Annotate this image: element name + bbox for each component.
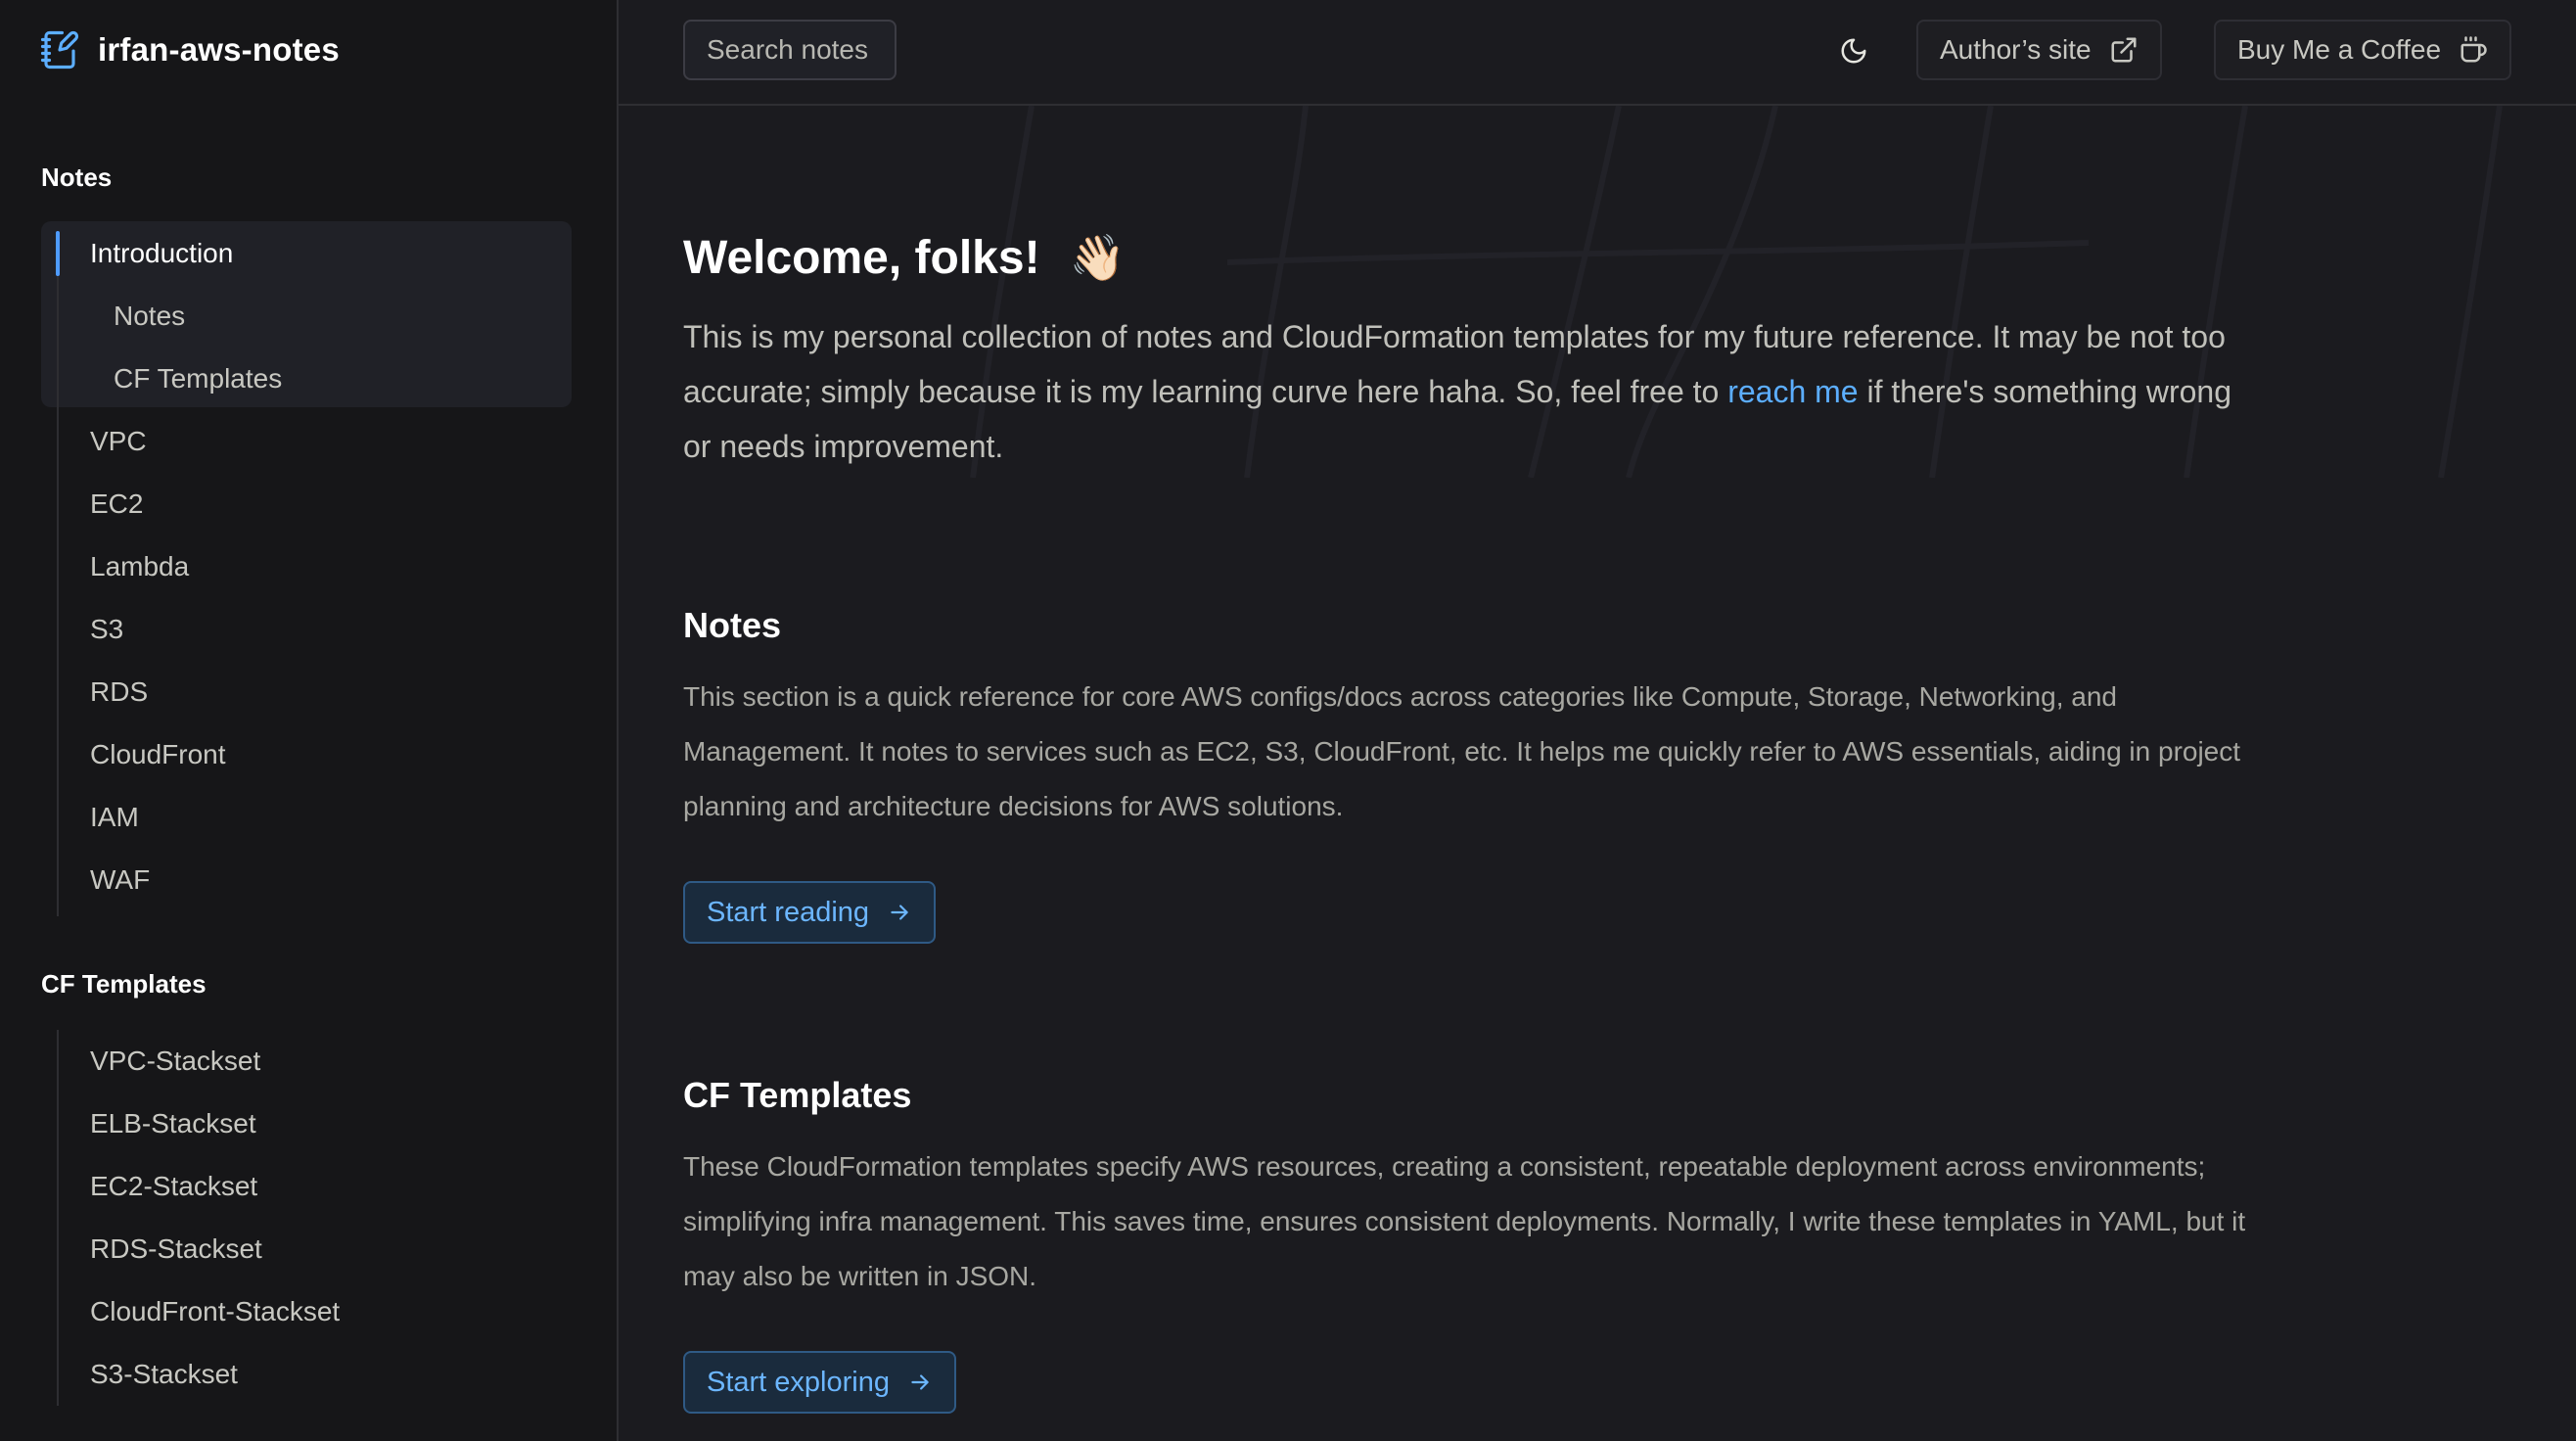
nav-rail [57, 1030, 59, 1406]
sidebar-item-iam[interactable]: IAM [90, 786, 139, 849]
authors-site-label: Author’s site [1940, 34, 2092, 65]
start-exploring-button[interactable]: Start exploring [683, 1351, 956, 1414]
nav-rail [57, 231, 59, 916]
sidebar-item-s3-stackset[interactable]: S3-Stackset [90, 1343, 238, 1406]
sidebar-item-introduction[interactable]: Introduction [90, 222, 233, 285]
coffee-cup-icon [2461, 36, 2487, 63]
sidebar-item-s3[interactable]: S3 [90, 598, 123, 661]
sidebar-item-notes[interactable]: Notes [114, 285, 185, 348]
nav-list-notes: Introduction Notes CF Templates VPC EC2 … [41, 221, 572, 916]
sidebar-item-cloudfront-stackset[interactable]: CloudFront-Stackset [90, 1280, 340, 1343]
search-placeholder: Search notes [707, 34, 868, 65]
intro-paragraph: This is my personal collection of notes … [683, 309, 2249, 474]
authors-site-button[interactable]: Author’s site [1916, 20, 2162, 80]
page-title-text: Welcome, folks! [683, 232, 1040, 284]
notebook-pen-icon [40, 30, 79, 70]
arrow-right-icon [891, 905, 908, 920]
notes-section-title: Notes [683, 605, 782, 645]
sidebar-item-vpc-stackset[interactable]: VPC-Stackset [90, 1030, 260, 1092]
site-title: irfan-aws-notes [98, 31, 340, 68]
nav-list-cf-templates: VPC-Stackset ELB-Stackset EC2-Stackset R… [41, 1030, 572, 1412]
reach-me-link[interactable]: reach me [1727, 374, 1858, 409]
sidebar-item-ec2[interactable]: EC2 [90, 473, 143, 535]
sidebar-item-rds-stackset[interactable]: RDS-Stackset [90, 1218, 262, 1280]
start-reading-label: Start reading [707, 896, 870, 928]
sidebar-item-vpc[interactable]: VPC [90, 410, 147, 473]
theme-toggle-button[interactable] [1832, 29, 1875, 72]
brand[interactable]: irfan-aws-notes [39, 25, 340, 74]
buy-me-a-coffee-label: Buy Me a Coffee [2237, 34, 2442, 65]
cf-templates-section-text: These CloudFormation templates specify A… [683, 1151, 2246, 1291]
sidebar: irfan-aws-notes Notes Introduction Notes… [0, 0, 619, 1441]
search-button[interactable]: Search notes [683, 20, 897, 80]
sidebar-item-ec2-stackset[interactable]: EC2-Stackset [90, 1155, 257, 1218]
top-bar: Search notes Author’s site Buy Me a Coff… [619, 0, 2576, 106]
sidebar-item-elb-stackset[interactable]: ELB-Stackset [90, 1092, 256, 1155]
sidebar-item-cloudfront[interactable]: CloudFront [90, 723, 226, 786]
moon-icon [1841, 38, 1866, 64]
notes-section-text: This section is a quick reference for co… [683, 681, 2241, 821]
start-exploring-label: Start exploring [707, 1366, 890, 1398]
sidebar-item-cf-templates[interactable]: CF Templates [114, 348, 282, 410]
start-reading-button[interactable]: Start reading [683, 881, 937, 944]
sidebar-item-waf[interactable]: WAF [90, 849, 150, 911]
arrow-right-icon [911, 1374, 929, 1390]
sidebar-item-rds[interactable]: RDS [90, 661, 148, 723]
page-title: Welcome, folks! 👋🏻 [683, 231, 1126, 285]
nav-group-cf-templates-title: CF Templates [41, 969, 207, 999]
nav-active-indicator [56, 231, 60, 276]
nav-group-notes-title: Notes [41, 163, 113, 192]
external-link-icon [2111, 37, 2137, 63]
cf-templates-section-title: CF Templates [683, 1075, 912, 1115]
sidebar-item-lambda[interactable]: Lambda [90, 535, 189, 598]
waving-hand-emoji: 👋🏻 [1069, 232, 1126, 283]
buy-me-a-coffee-button[interactable]: Buy Me a Coffee [2214, 20, 2512, 80]
